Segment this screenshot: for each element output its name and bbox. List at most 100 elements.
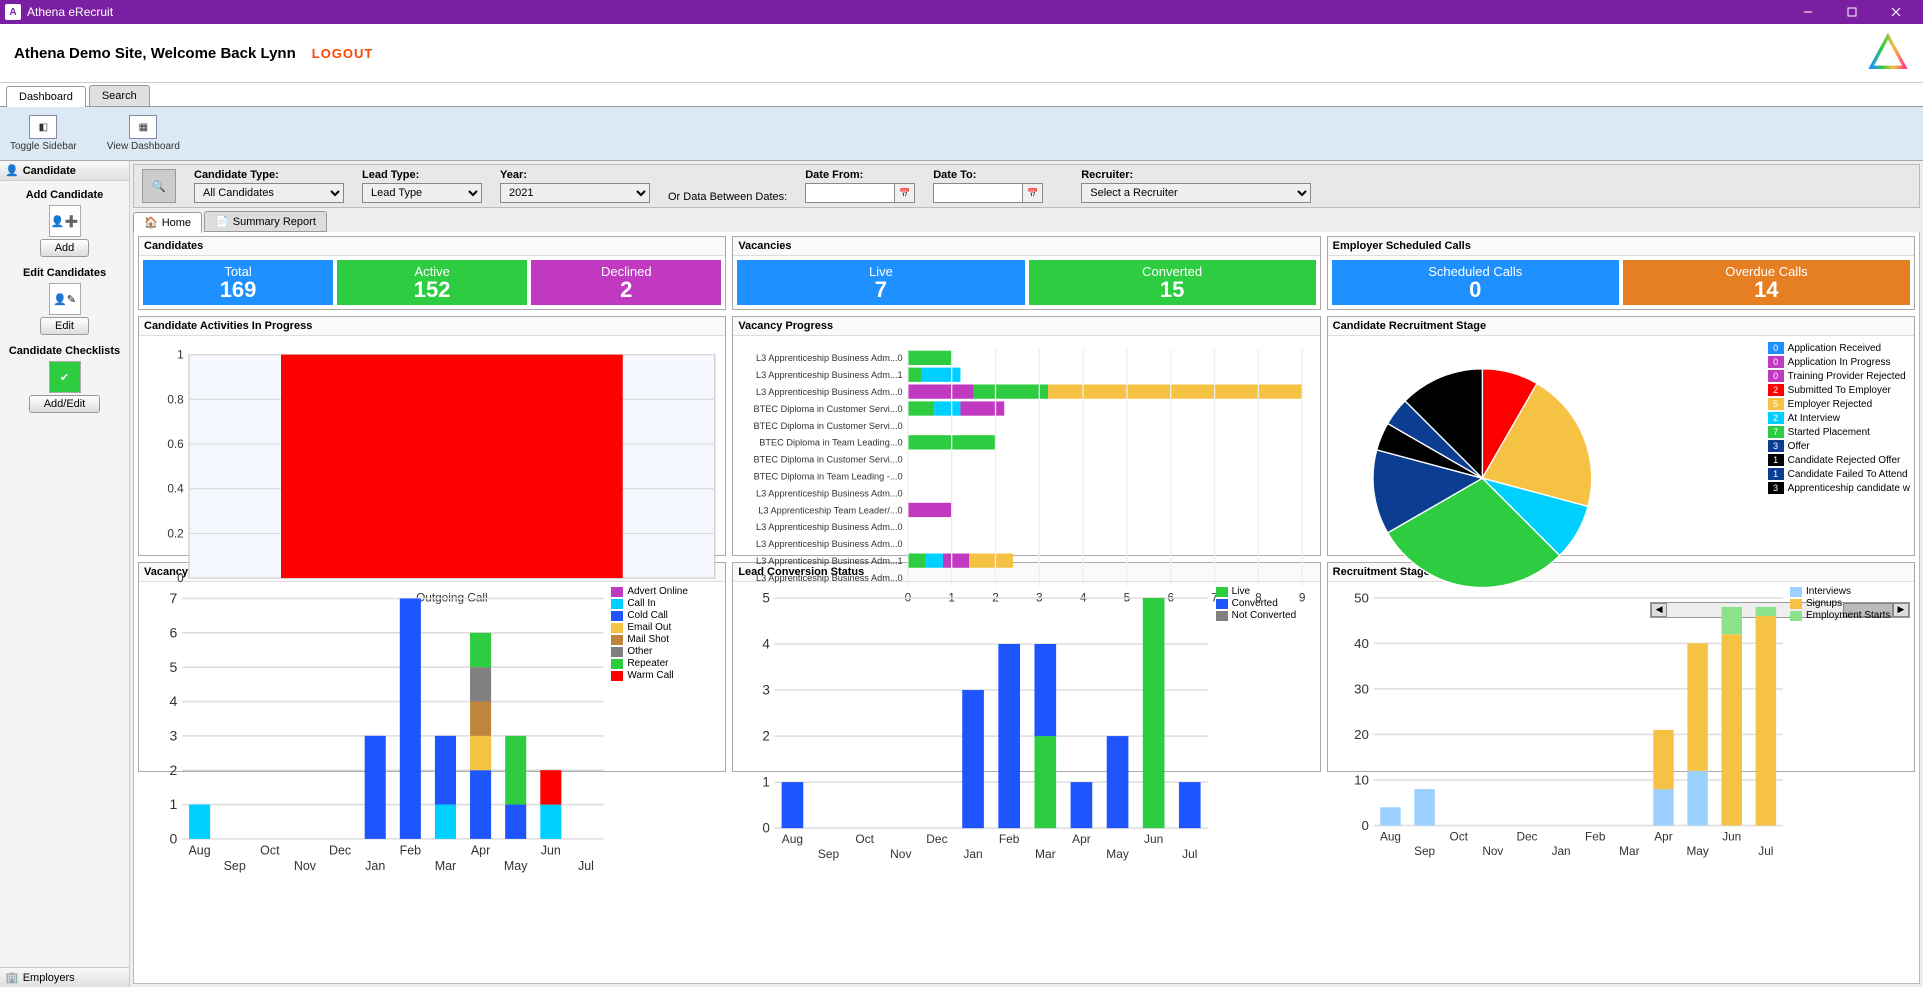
svg-text:7: 7 [170,590,178,606]
tab-search[interactable]: Search [89,85,150,106]
svg-text:0.4: 0.4 [167,482,184,496]
svg-text:L3 Apprenticeship Business Adm: L3 Apprenticeship Business Adm...0 [756,387,903,397]
ribbon: ◧ Toggle Sidebar ▦ View Dashboard [0,107,1923,161]
subtab-summary[interactable]: 📄Summary Report [204,211,327,232]
svg-text:Aug: Aug [189,843,211,857]
svg-text:0: 0 [170,831,178,847]
svg-text:Oct: Oct [856,832,875,846]
svg-text:Oct: Oct [260,843,280,857]
svg-text:40: 40 [1354,636,1369,651]
pie-legend: 0Application Received0Application In Pro… [1768,342,1910,496]
subtabs: 🏠Home 📄Summary Report [133,211,1920,232]
svg-text:Jan: Jan [964,847,983,861]
toggle-sidebar-button[interactable]: ◧ Toggle Sidebar [10,111,77,156]
kpi-tile: Converted15 [1029,260,1316,305]
recruiter-select[interactable]: Select a Recruiter [1081,183,1311,203]
svg-text:Sep: Sep [818,847,840,861]
svg-text:Feb: Feb [999,832,1020,846]
panel-vacancies: Vacancies Live7Converted15 [732,236,1320,310]
svg-text:Mar: Mar [1035,847,1056,861]
svg-text:BTEC Diploma in Customer Servi: BTEC Diploma in Customer Servi...0 [754,404,903,414]
svg-text:Mar: Mar [435,859,456,873]
date-from-input[interactable] [805,183,895,203]
tab-dashboard[interactable]: Dashboard [6,86,86,107]
svg-text:Jun: Jun [1722,829,1741,843]
date-to-input[interactable] [933,183,1023,203]
calendar-icon[interactable]: 📅 [1023,183,1043,203]
checklist-button[interactable]: Add/Edit [29,395,101,413]
svg-text:6: 6 [170,625,178,641]
window-title: Athena eRecruit [27,5,1786,19]
add-candidate-button[interactable]: Add [40,239,90,257]
add-candidate-label: Add Candidate [4,189,125,201]
kpi-tile: Declined2 [531,260,721,305]
edit-candidate-button[interactable]: Edit [40,317,89,335]
sidebar-employers[interactable]: 🏢 Employers [0,967,129,987]
svg-text:Nov: Nov [1482,844,1503,858]
sidebar-head-candidate[interactable]: 👤 Candidate [0,161,129,181]
svg-text:1: 1 [177,348,184,362]
vacancy-progress-chart: L3 Apprenticeship Business Adm...0 L3 App… [737,340,1315,619]
checklists-label: Candidate Checklists [4,345,125,357]
svg-text:Nov: Nov [294,859,317,873]
svg-text:4: 4 [170,693,178,709]
svg-text:Mar: Mar [1619,844,1639,858]
checklist-icon: ✔ [49,361,81,393]
dashboard: Candidates Total169Active152Declined2 Va… [133,232,1920,984]
svg-text:L3 Apprenticeship Business Adm: L3 Apprenticeship Business Adm...1 [756,556,903,566]
employer-icon: 🏢 [5,971,19,984]
svg-text:Sep: Sep [224,859,246,873]
svg-text:2: 2 [170,762,178,778]
report-icon: 📄 [215,215,229,228]
svg-text:10: 10 [1354,772,1369,787]
svg-text:30: 30 [1354,681,1369,696]
subtab-home[interactable]: 🏠Home [133,212,202,233]
lead-sources-legend: Advert OnlineCall InCold CallEmail OutMa… [611,586,721,883]
svg-text:Feb: Feb [400,843,422,857]
year-select[interactable]: 2021 [500,183,650,203]
calendar-icon[interactable]: 📅 [895,183,915,203]
svg-text:May: May [504,859,528,873]
svg-text:Oct: Oct [1449,829,1468,843]
kpi-tile: Total169 [143,260,333,305]
svg-text:Jul: Jul [1758,844,1773,858]
window-titlebar: A Athena eRecruit [0,0,1923,24]
svg-text:4: 4 [763,636,771,651]
home-icon: 🏠 [144,216,158,229]
stage-month-chart: 01020304050AugSepOctNovDecJanFebMarAprMa… [1332,586,1790,867]
lead-type-select[interactable]: Lead Type [362,183,482,203]
welcome-text: Athena Demo Site, Welcome Back Lynn [14,45,296,62]
minimize-button[interactable] [1786,0,1830,24]
svg-text:0: 0 [1361,818,1368,833]
svg-text:Aug: Aug [1380,829,1401,843]
panel-calls: Employer Scheduled Calls Scheduled Calls… [1327,236,1915,310]
svg-text:3: 3 [170,728,178,744]
svg-text:0: 0 [763,821,770,836]
kpi-tile: Scheduled Calls0 [1332,260,1619,305]
logout-link[interactable]: LOGOUT [312,46,374,61]
lead-conversion-chart: 012345AugSepOctNovDecJanFebMarAprMayJunJ… [737,586,1215,870]
view-dashboard-button[interactable]: ▦ View Dashboard [107,111,180,156]
svg-text:Sep: Sep [1414,844,1435,858]
svg-text:1: 1 [763,775,770,790]
svg-text:L3 Apprenticeship Team Leader/: L3 Apprenticeship Team Leader/...0 [759,505,903,515]
svg-text:May: May [1686,844,1708,858]
main-tabs: Dashboard Search [0,83,1923,107]
sidebar: 👤 Candidate Add Candidate 👤➕ Add Edit Ca… [0,161,130,987]
svg-text:Dec: Dec [927,832,948,846]
svg-text:BTEC Diploma in Team Leading -: BTEC Diploma in Team Leading -...0 [754,472,903,482]
svg-text:Jul: Jul [1182,847,1197,861]
dashboard-icon: ▦ [129,115,157,139]
edit-candidates-label: Edit Candidates [4,267,125,279]
panel-candidates: Candidates Total169Active152Declined2 [138,236,726,310]
kpi-tile: Live7 [737,260,1024,305]
svg-text:Jan: Jan [365,859,385,873]
svg-text:5: 5 [763,590,770,605]
candidate-type-select[interactable]: All Candidates [194,183,344,203]
maximize-button[interactable] [1830,0,1874,24]
panel-activities: Candidate Activities In Progress 00.20.4… [138,316,726,556]
panel-recruit-stage: Candidate Recruitment Stage 0Application… [1327,316,1915,556]
close-button[interactable] [1874,0,1918,24]
svg-text:Jun: Jun [541,843,561,857]
panel-lead-conversion: Lead Conversion Status 012345AugSepOctNo… [732,562,1320,772]
